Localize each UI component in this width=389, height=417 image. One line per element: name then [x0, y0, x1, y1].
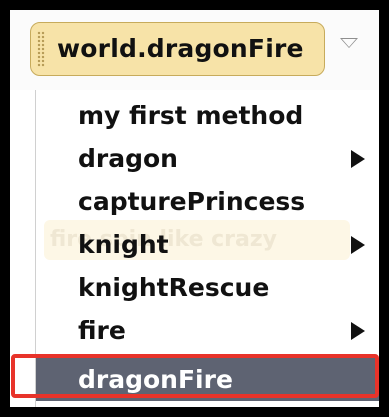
method-tile[interactable]: world.dragonFire — [30, 22, 325, 76]
menu-item-dragon-fire[interactable]: dragonFire — [36, 358, 379, 401]
menu-item-label: knightRescue — [78, 273, 270, 302]
dropdown-header[interactable]: world.dragonFire — [10, 10, 379, 90]
drag-grip-icon[interactable] — [37, 31, 45, 67]
triangle-down-icon[interactable] — [340, 38, 358, 48]
screenshot-frame: world.dragonFire fire spin like crazy my… — [0, 0, 389, 417]
submenu-arrow-icon — [351, 150, 365, 168]
menu-item-fire[interactable]: fire — [36, 309, 379, 352]
menu-item-label: knight — [78, 230, 169, 259]
menu-item-dragon[interactable]: dragon — [36, 137, 379, 180]
submenu-arrow-icon — [351, 322, 365, 340]
menu-item-label: capturePrincess — [78, 187, 306, 216]
method-menu: fire spin like crazy my first method dra… — [35, 90, 379, 407]
method-picker-panel: world.dragonFire fire spin like crazy my… — [10, 10, 379, 407]
menu-item-label: dragonFire — [78, 365, 233, 394]
menu-item-label: my first method — [78, 101, 304, 130]
menu-item-knight[interactable]: knight — [36, 223, 379, 266]
submenu-arrow-icon — [351, 236, 365, 254]
menu-item-my-first-method[interactable]: my first method — [36, 94, 379, 137]
menu-item-knight-rescue[interactable]: knightRescue — [36, 266, 379, 309]
method-tile-label: world.dragonFire — [57, 34, 304, 63]
menu-item-label: fire — [78, 316, 126, 345]
menu-item-capture-princess[interactable]: capturePrincess — [36, 180, 379, 223]
menu-item-label: dragon — [78, 144, 178, 173]
